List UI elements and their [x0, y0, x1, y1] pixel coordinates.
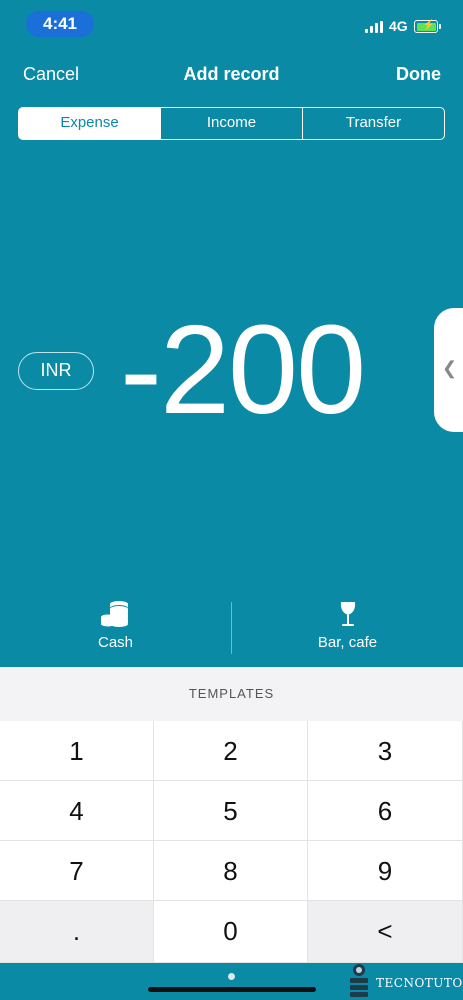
- account-selector[interactable]: Cash: [0, 592, 231, 667]
- key-7[interactable]: 7: [0, 841, 154, 901]
- signal-icon: [365, 21, 383, 33]
- category-label: Bar, cafe: [317, 634, 378, 651]
- amount-display: -200: [120, 299, 366, 440]
- watermark: TECNOTUTO: [342, 960, 463, 1000]
- done-button[interactable]: Done: [396, 64, 441, 85]
- currency-button[interactable]: INR: [18, 352, 94, 390]
- key-4[interactable]: 4: [0, 781, 154, 841]
- watermark-logo-icon: [350, 964, 368, 997]
- key-2[interactable]: 2: [154, 721, 308, 781]
- keypad-area: TEMPLATES 1 2 3 4 5 6 7 8 9 . 0 <: [0, 667, 463, 963]
- account-label: Cash: [97, 634, 134, 651]
- chevron-left-icon: ❮: [442, 358, 458, 378]
- tab-transfer[interactable]: Transfer: [302, 108, 444, 139]
- key-decimal[interactable]: .: [0, 901, 154, 963]
- key-8[interactable]: 8: [154, 841, 308, 901]
- watermark-text: TECNOTUTO: [376, 976, 463, 990]
- wine-glass-icon: [340, 602, 355, 626]
- key-9[interactable]: 9: [308, 841, 463, 901]
- key-6[interactable]: 6: [308, 781, 463, 841]
- templates-button[interactable]: TEMPLATES: [0, 667, 463, 721]
- coins-icon: [100, 601, 128, 627]
- category-selector[interactable]: Bar, cafe: [232, 592, 463, 667]
- numeric-keypad: 1 2 3 4 5 6 7 8 9 . 0 <: [0, 721, 463, 963]
- status-time: 4:41: [26, 11, 94, 37]
- key-5[interactable]: 5: [154, 781, 308, 841]
- record-type-tabs: Expense Income Transfer: [18, 107, 445, 140]
- status-bar: 4:41 4G ⚡: [0, 0, 463, 48]
- network-type: 4G: [389, 18, 408, 34]
- side-panel-tab[interactable]: ❮: [434, 308, 463, 432]
- battery-icon: ⚡: [414, 20, 441, 33]
- record-details: Cash Bar, cafe: [0, 592, 463, 667]
- page-indicator-dot: [228, 973, 235, 980]
- nav-bar: Cancel Add record Done: [0, 55, 463, 95]
- home-indicator[interactable]: [148, 987, 316, 992]
- tab-income[interactable]: Income: [160, 108, 302, 139]
- key-3[interactable]: 3: [308, 721, 463, 781]
- tab-expense[interactable]: Expense: [19, 108, 160, 139]
- key-backspace[interactable]: <: [308, 901, 463, 963]
- cancel-button[interactable]: Cancel: [23, 64, 79, 85]
- key-0[interactable]: 0: [154, 901, 308, 963]
- key-1[interactable]: 1: [0, 721, 154, 781]
